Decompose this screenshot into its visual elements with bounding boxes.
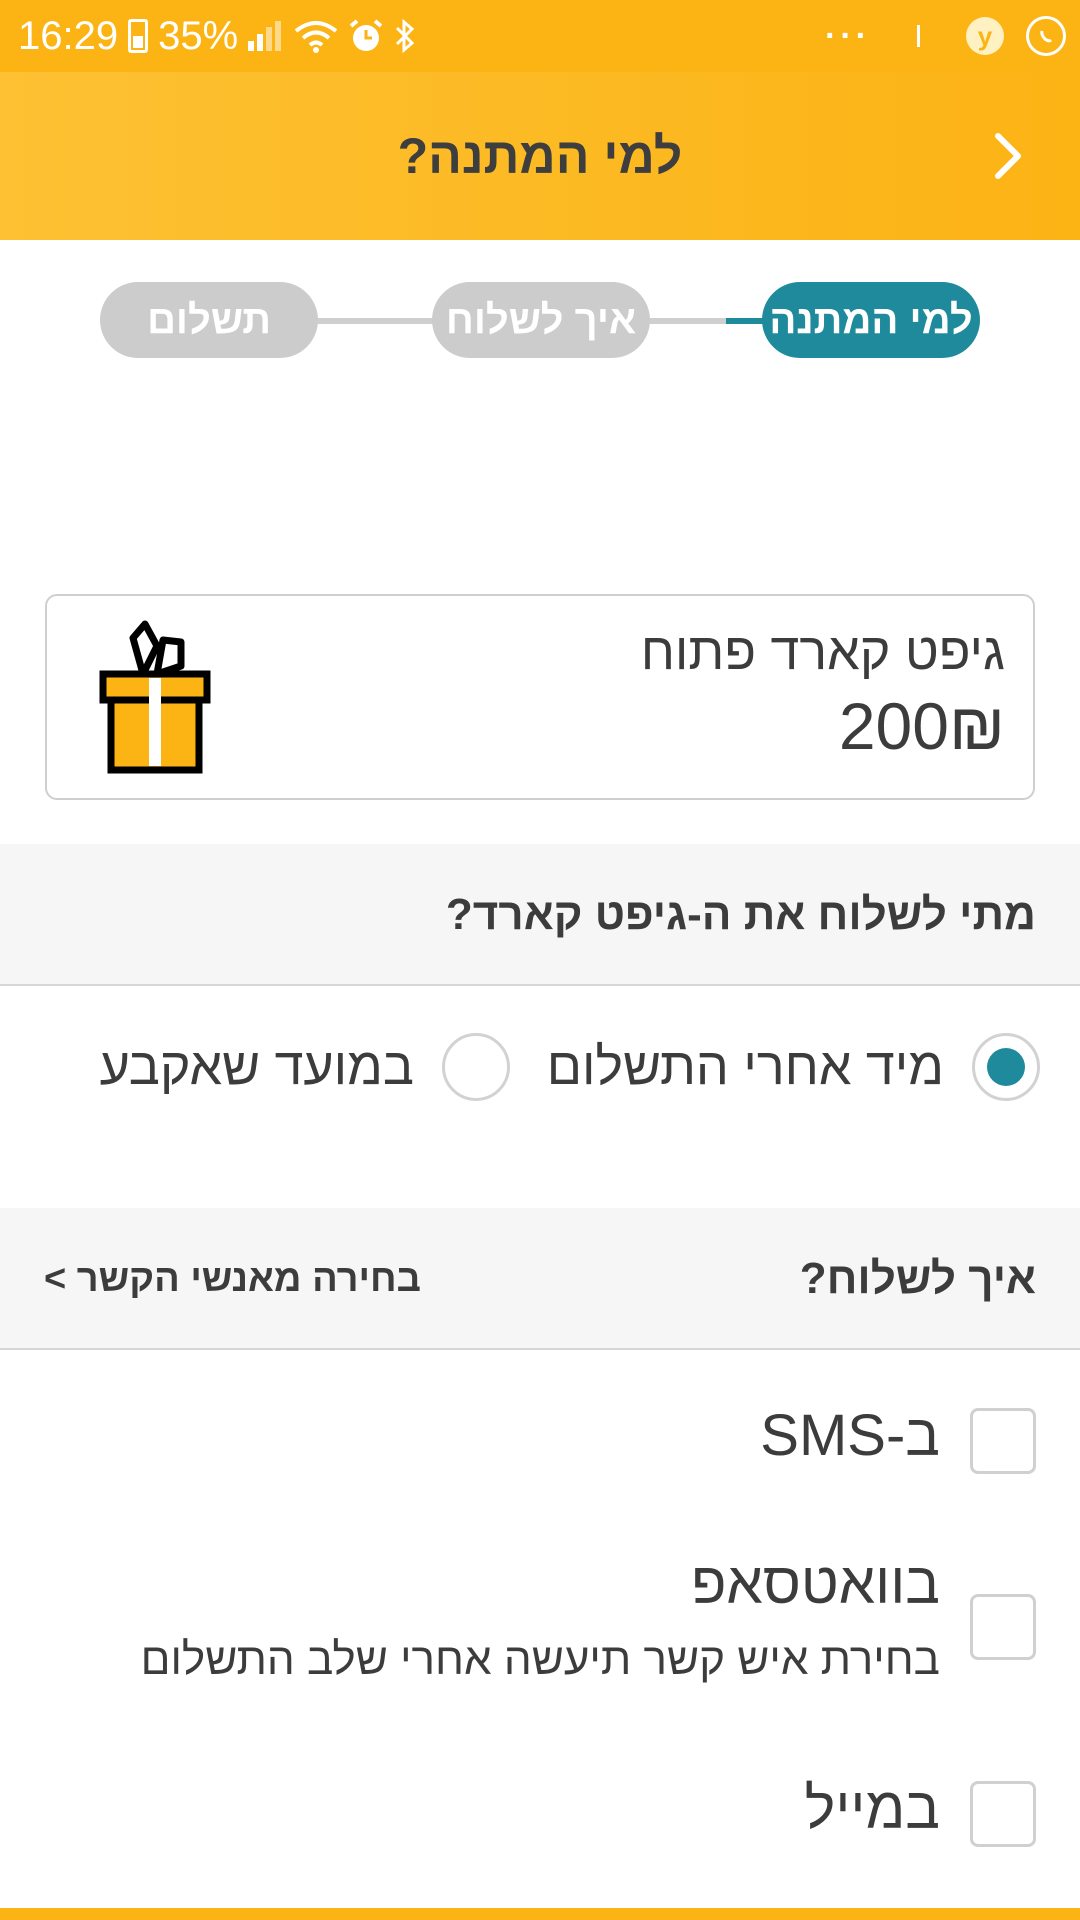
step-payment[interactable]: תשלום xyxy=(100,282,318,358)
page-title: למי המתנה? xyxy=(397,128,683,184)
radio-label: מיד אחרי התשלום xyxy=(546,1038,944,1096)
battery-percent: 35% xyxy=(158,13,239,58)
gift-box-icon xyxy=(99,620,211,774)
checkbox[interactable] xyxy=(970,1781,1036,1847)
step-connector xyxy=(316,318,436,324)
checkbox[interactable] xyxy=(970,1408,1036,1474)
progress-stepper: למי המתנה איך לשלוח תשלום xyxy=(100,282,980,358)
more-notifications-icon: ··· xyxy=(825,16,871,55)
radio-label: במועד שאקבע xyxy=(99,1038,414,1096)
radio-option-immediately[interactable]: מיד אחרי התשלום xyxy=(547,1032,1040,1102)
checkbox-sublabel: בחירת איש קשר תיעשה אחרי שלב התשלום xyxy=(140,1635,940,1684)
how-section-header: איך לשלוח? בחירה מאנשי הקשר > xyxy=(0,1208,1080,1350)
step-delivery[interactable]: איך לשלוח xyxy=(432,282,650,358)
status-time: 16:29 xyxy=(18,13,119,58)
status-left: 16:29 35% xyxy=(18,0,416,72)
step-recipient[interactable]: למי המתנה xyxy=(762,282,980,358)
chevron-right-icon xyxy=(995,133,1021,179)
app-header: למי המתנה? xyxy=(0,72,1080,240)
radio-button[interactable] xyxy=(442,1033,510,1101)
checkbox-option-email[interactable]: במייל xyxy=(805,1776,1036,1847)
alarm-icon xyxy=(348,18,384,54)
gift-card-summary: גיפט קארד פתוח 200₪ xyxy=(45,594,1035,800)
status-bar: 16:29 35% ··· y xyxy=(0,0,1080,72)
radio-option-scheduled[interactable]: במועד שאקבע xyxy=(100,1032,510,1102)
gift-card-amount: 200₪ xyxy=(838,689,1005,763)
wifi-icon xyxy=(294,19,338,53)
bluetooth-icon xyxy=(394,18,416,54)
checkbox[interactable] xyxy=(970,1594,1036,1660)
when-section-title: מתי לשלוח את ה-גיפט קארד? xyxy=(445,890,1036,939)
signal-icon xyxy=(248,21,284,51)
radio-button-checked[interactable] xyxy=(972,1033,1040,1101)
how-section-title: איך לשלוח? xyxy=(799,1254,1036,1303)
choose-from-contacts-link[interactable]: בחירה מאנשי הקשר > xyxy=(44,1208,421,1350)
checkbox-label: בוואטסאפ xyxy=(691,1551,940,1616)
step-connector-active xyxy=(726,318,766,324)
checkbox-label: במייל xyxy=(804,1776,940,1841)
yes-app-icon: y xyxy=(966,17,1004,55)
checkbox-label: ב-SMS xyxy=(760,1403,940,1468)
gift-card-name: גיפט קארד פתוח xyxy=(640,623,1005,681)
status-right: ··· y xyxy=(825,0,1066,72)
divider-icon xyxy=(917,25,920,47)
checkbox-option-sms[interactable]: ב-SMS xyxy=(760,1403,1036,1474)
when-section-header: מתי לשלוח את ה-גיפט קארד? xyxy=(0,844,1080,986)
checkbox-option-whatsapp[interactable]: בוואטסאפ בחירת איש קשר תיעשה אחרי שלב הת… xyxy=(140,1551,1036,1685)
bottom-action-bar[interactable] xyxy=(0,1908,1080,1920)
whatsapp-icon xyxy=(1026,16,1066,56)
back-button[interactable] xyxy=(976,124,1040,188)
battery-icon xyxy=(128,19,149,53)
